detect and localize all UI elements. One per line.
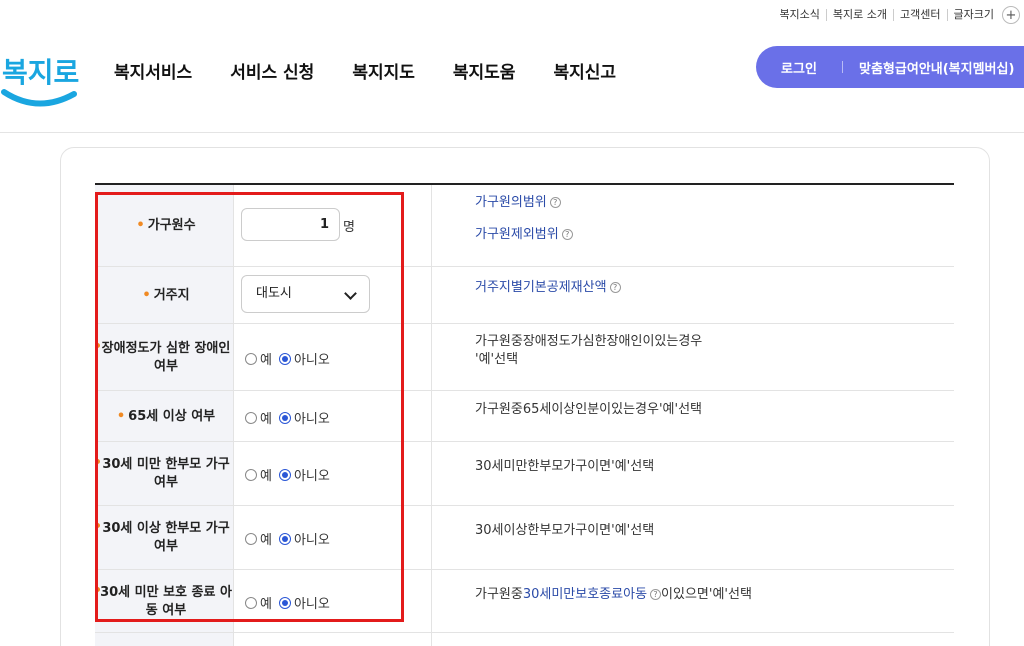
column-divider xyxy=(431,185,432,646)
utility-bar: 복지소식 복지로 소개 고객센터 글자크기 + xyxy=(773,6,1020,24)
login-button[interactable]: 로그인 xyxy=(756,58,842,77)
single-under30-description: 30세미만한부모가구이면'예'선택 xyxy=(475,459,655,474)
member-scope-link[interactable]: 가구원의범위? xyxy=(475,194,561,212)
bokjiro-logo[interactable]: 복지로 xyxy=(0,44,80,114)
row-divider xyxy=(95,632,954,633)
residence-deduction-link[interactable]: 거주지별기본공제재산액? xyxy=(475,279,621,297)
nav-service-apply[interactable]: 서비스 신청 xyxy=(230,58,314,83)
protect-under30-link[interactable]: 30세미만보호종료아동 xyxy=(523,587,647,602)
main-nav: 복지서비스 서비스 신청 복지지도 복지도움 복지신고 xyxy=(114,58,616,83)
disabled-description-2: '예'선택 xyxy=(475,352,519,367)
auth-pill: 로그인 맞춤형급여안내(복지멤버십) xyxy=(756,46,1024,88)
help-icon[interactable]: ? xyxy=(549,197,561,208)
member-excluded-link[interactable]: 가구원제외범위? xyxy=(475,226,573,244)
nav-welfare-report[interactable]: 복지신고 xyxy=(553,58,616,83)
bokjiro-logo-mark: 복지로 xyxy=(1,56,79,107)
nav-welfare-help[interactable]: 복지도움 xyxy=(453,58,516,83)
nav-welfare-map[interactable]: 복지지도 xyxy=(352,58,415,83)
help-icon[interactable]: ? xyxy=(609,282,621,293)
nav-welfare-service[interactable]: 복지서비스 xyxy=(114,58,192,83)
utility-font-size[interactable]: 글자크기 xyxy=(946,9,1000,21)
membership-button[interactable]: 맞춤형급여안내(복지멤버십) xyxy=(843,58,1014,77)
header-divider xyxy=(0,132,1024,133)
protect-under30-description: 가구원중30세미만보호종료아동? 이있으면'예'선택 xyxy=(475,587,752,602)
utility-about[interactable]: 복지로 소개 xyxy=(825,9,893,21)
help-icon[interactable]: ? xyxy=(650,589,662,600)
utility-welfare-news[interactable]: 복지소식 xyxy=(773,9,825,21)
utility-customer-center[interactable]: 고객센터 xyxy=(893,9,946,21)
over65-description: 가구원중65세이상인분이있는경우'예'선택 xyxy=(475,402,703,417)
font-size-plus-icon[interactable]: + xyxy=(1002,6,1020,24)
disabled-description: 가구원중장애정도가심한장애인이있는경우 xyxy=(475,334,703,349)
logo-text: 복지로 xyxy=(2,56,79,89)
highlight-box xyxy=(95,192,404,622)
single-over30-description: 30세이상한부모가구이면'예'선택 xyxy=(475,523,655,538)
help-icon[interactable]: ? xyxy=(561,229,573,240)
